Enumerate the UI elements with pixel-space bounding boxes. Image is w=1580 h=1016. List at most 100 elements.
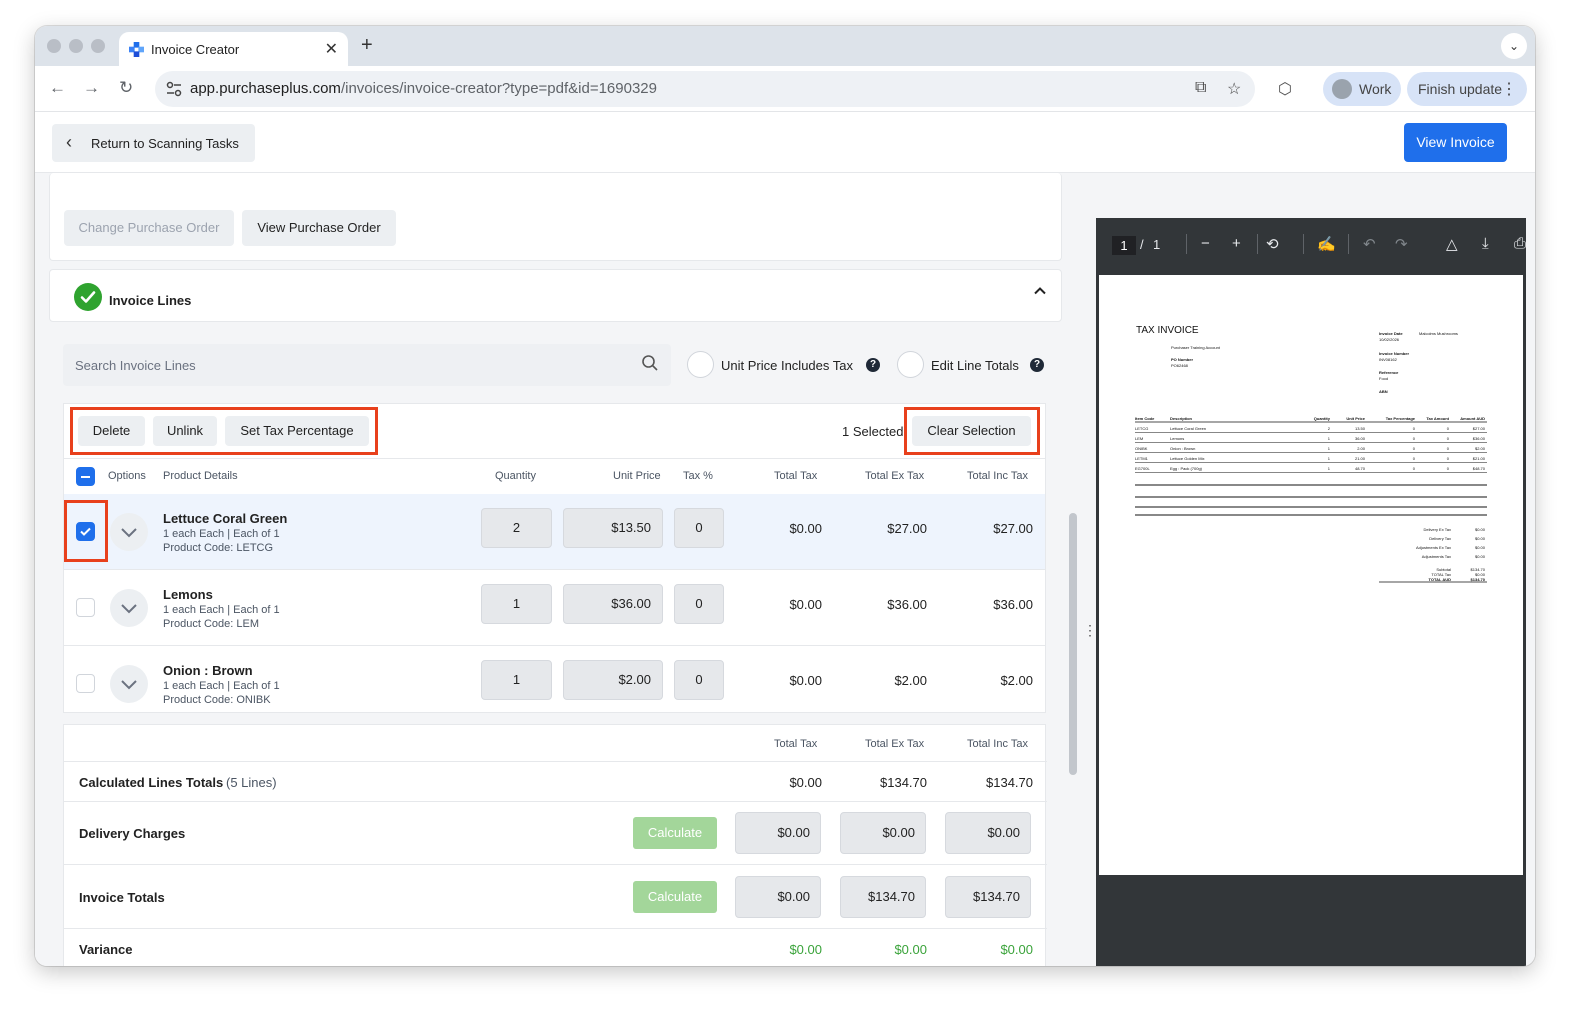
tax-percent-input[interactable]: 0 — [674, 584, 724, 624]
undo-icon[interactable]: ↶ — [1363, 235, 1376, 253]
doc-summary-value: $0.00 — [1475, 545, 1486, 550]
window-minimize-dot[interactable] — [69, 39, 83, 53]
doc-line-cell: 0 — [1447, 466, 1450, 471]
doc-line-cell: Lettuce Coral Green — [1170, 426, 1206, 431]
doc-line-cell: 13.50 — [1355, 426, 1366, 431]
table-row[interactable]: Lettuce Coral Green 1 each Each | Each o… — [64, 494, 1045, 570]
help-icon[interactable]: ? — [866, 358, 880, 372]
delivery-charges-label: Delivery Charges — [79, 826, 186, 841]
tab-strip: Invoice Creator ✕ + ⌄ — [35, 26, 1535, 66]
forward-arrow-icon[interactable]: → — [83, 78, 100, 98]
tab-close-icon[interactable]: ✕ — [325, 39, 338, 59]
redo-icon[interactable]: ↷ — [1395, 235, 1408, 253]
doc-col-header: Quantity — [1314, 416, 1331, 421]
unit-price-input[interactable]: $2.00 — [563, 660, 663, 700]
unit-price-input[interactable]: $36.00 — [563, 584, 663, 624]
edit-line-totals-toggle[interactable] — [897, 351, 924, 378]
page-number-input[interactable]: 1 — [1112, 236, 1136, 255]
search-invoice-lines-input[interactable]: Search Invoice Lines — [63, 344, 671, 386]
expand-row-button[interactable] — [110, 589, 148, 627]
total-inc-tax-value: $2.00 — [1000, 673, 1033, 688]
return-to-scanning-tasks-button[interactable]: ‹ Return to Scanning Tasks — [52, 124, 255, 162]
download-icon[interactable]: ⤓ — [1482, 235, 1489, 252]
table-row[interactable]: Lemons 1 each Each | Each of 1 Product C… — [64, 570, 1045, 646]
zoom-out-icon[interactable]: − — [1201, 235, 1210, 252]
zoom-in-icon[interactable]: + — [1232, 235, 1241, 252]
chevron-down-icon — [121, 604, 137, 614]
delivery-ex-tax-input[interactable]: $0.00 — [840, 812, 926, 854]
view-invoice-button[interactable]: View Invoice — [1404, 123, 1507, 162]
help-icon[interactable]: ? — [1030, 358, 1044, 372]
table-row[interactable]: Onion : Brown 1 each Each | Each of 1 Pr… — [64, 646, 1045, 712]
save-to-drive-icon[interactable]: △ — [1446, 235, 1458, 253]
draw-icon[interactable]: ✍ — [1317, 235, 1336, 253]
product-unit: 1 each Each | Each of 1 — [163, 680, 280, 692]
tax-percent-input[interactable]: 0 — [674, 660, 724, 700]
calculate-invoice-totals-button[interactable]: Calculate — [633, 881, 717, 913]
product-code: Product Code: ONIBK — [163, 694, 271, 706]
doc-line-cell: 1 — [1328, 456, 1331, 461]
reload-icon[interactable]: ↻ — [119, 78, 133, 98]
unit-price-includes-tax-label: Unit Price Includes Tax — [721, 358, 853, 373]
more-vert-icon[interactable]: ⋮ — [1501, 79, 1517, 99]
invoice-tax-input[interactable]: $0.00 — [735, 876, 821, 918]
profile-button[interactable]: Work — [1323, 72, 1401, 106]
tab-title: Invoice Creator — [151, 42, 240, 57]
url-text: app.purchaseplus.com/invoices/invoice-cr… — [190, 80, 657, 97]
window-close-dot[interactable] — [47, 39, 61, 53]
tab-invoice-creator[interactable]: Invoice Creator ✕ — [119, 32, 348, 66]
view-purchase-order-button[interactable]: View Purchase Order — [242, 210, 396, 246]
doc-line-cell: $2.00 — [1475, 446, 1486, 451]
doc-col-header: Unit Price — [1346, 416, 1365, 421]
quantity-input[interactable]: 1 — [481, 584, 552, 624]
doc-line-cell: 2 — [1328, 426, 1331, 431]
row-checkbox[interactable] — [76, 674, 95, 693]
tax-percent-input[interactable]: 0 — [674, 508, 724, 548]
tab-search-icon[interactable]: ⌄ — [1501, 33, 1527, 59]
translate-icon[interactable]: ⧉ — [1195, 79, 1206, 97]
chevron-up-icon[interactable] — [1033, 284, 1047, 303]
quantity-input[interactable]: 2 — [481, 508, 552, 548]
doc-line-cell: Onion : Brown — [1170, 446, 1195, 451]
print-icon[interactable]: ⎙ — [1514, 235, 1526, 252]
expand-row-button[interactable] — [110, 513, 148, 551]
rotate-icon[interactable]: ⟲ — [1266, 235, 1279, 253]
resize-handle-icon[interactable]: ⋮ — [1083, 623, 1097, 637]
divider — [1303, 234, 1304, 254]
window-zoom-dot[interactable] — [91, 39, 105, 53]
col-tax-percent: Tax % — [683, 470, 713, 482]
site-settings-icon[interactable] — [165, 80, 183, 98]
select-all-checkbox[interactable] — [76, 467, 95, 486]
unit-price-input[interactable]: $13.50 — [563, 508, 663, 548]
finish-update-button[interactable]: Finish update ⋮ — [1407, 72, 1527, 106]
extensions-icon[interactable]: ⬡ — [1278, 79, 1292, 99]
doc-line-cell: Lettuce Golden Mix — [1170, 456, 1204, 461]
quantity-input[interactable]: 1 — [481, 660, 552, 700]
change-purchase-order-button[interactable]: Change Purchase Order — [64, 210, 234, 246]
scrollbar[interactable] — [1069, 513, 1077, 775]
invoice-ex-tax-input[interactable]: $134.70 — [840, 876, 926, 918]
variance-inc-tax-value: $0.00 — [1000, 942, 1033, 957]
delivery-tax-input[interactable]: $0.00 — [735, 812, 821, 854]
edit-line-totals-label: Edit Line Totals — [931, 358, 1019, 373]
unit-price-includes-tax-toggle[interactable] — [687, 351, 714, 378]
highlight-box — [70, 407, 378, 455]
new-tab-icon[interactable]: + — [361, 34, 373, 57]
col-total-tax: Total Tax — [774, 470, 818, 482]
delivery-inc-tax-input[interactable]: $0.00 — [945, 812, 1031, 854]
calculate-delivery-button[interactable]: Calculate — [633, 817, 717, 849]
invoice-lines-header[interactable]: Invoice Lines — [49, 269, 1062, 322]
page-header: ‹ Return to Scanning Tasks View Invoice — [35, 113, 1535, 173]
pdf-viewer: 1 / 1 − + ⟲ ✍ ↶ ↷ △ ⤓ ⎙ TAX INVOICE Purc… — [1096, 218, 1526, 966]
product-name: Lettuce Coral Green — [163, 511, 288, 526]
product-unit: 1 each Each | Each of 1 — [163, 528, 280, 540]
back-arrow-icon[interactable]: ← — [49, 78, 66, 98]
bookmark-star-icon[interactable]: ☆ — [1227, 79, 1241, 99]
expand-row-button[interactable] — [110, 665, 148, 703]
invoice-inc-tax-input[interactable]: $134.70 — [945, 876, 1031, 918]
address-bar[interactable]: app.purchaseplus.com/invoices/invoice-cr… — [155, 71, 1255, 107]
doc-line-cell: Egg : Pack (700g) — [1170, 466, 1203, 471]
row-checkbox[interactable] — [76, 598, 95, 617]
col-total-inc-tax: Total Inc Tax — [967, 470, 1028, 482]
divider — [1257, 234, 1258, 254]
